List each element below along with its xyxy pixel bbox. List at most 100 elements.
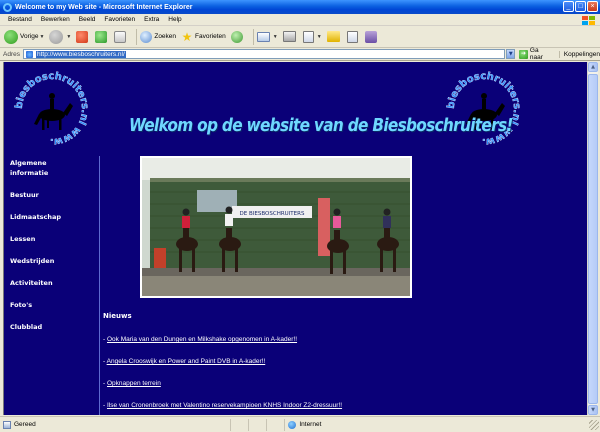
forward-arrow-icon (49, 29, 64, 44)
back-arrow-icon (4, 29, 18, 44)
chevron-down-icon: ▼ (66, 33, 72, 40)
maximize-button[interactable]: □ (575, 1, 586, 12)
edit-button[interactable]: ▼ (302, 30, 322, 43)
search-button[interactable]: Zoeken (140, 30, 177, 43)
home-button[interactable] (114, 30, 128, 43)
club-photo: DE BIESBOSCHRUITERS (140, 156, 412, 298)
back-label: Vorige (20, 33, 39, 40)
status-segment (230, 418, 248, 431)
window-title: Welcome to my Web site - Microsoft Inter… (15, 3, 193, 11)
resize-grip[interactable] (589, 419, 599, 430)
scroll-down-button[interactable]: ▼ (588, 405, 598, 415)
title-bar: Welcome to my Web site - Microsoft Inter… (0, 0, 600, 14)
news-link[interactable]: Ilse van Cronenbroek met Valentino reser… (107, 402, 342, 409)
refresh-button[interactable] (95, 30, 109, 43)
club-logo-left[interactable]: biesboschruiters.nl www. (12, 69, 92, 149)
refresh-icon (95, 30, 108, 43)
address-label: Adres (3, 50, 20, 58)
go-label: Ga naar (529, 47, 543, 61)
chevron-down-icon: ▼ (39, 33, 45, 40)
windows-flag-icon (580, 15, 596, 26)
news-title: Nieuws (103, 312, 132, 320)
address-input[interactable]: http://www.biesboschruiters.nl/ (22, 49, 506, 59)
vertical-scrollbar[interactable]: ▲ ▼ (587, 62, 598, 415)
mail-button[interactable]: ▼ (256, 31, 278, 42)
address-dropdown-button[interactable]: ▼ (506, 49, 516, 59)
search-label: Zoeken (154, 33, 177, 40)
star-icon: ★ (181, 29, 193, 44)
search-icon (140, 30, 153, 43)
ie-icon (3, 2, 12, 12)
status-zone: Internet (230, 418, 394, 431)
club-logo-right[interactable]: biesboschruiters.nl www. (444, 69, 524, 149)
status-bar: Gereed Internet (0, 416, 600, 432)
internet-zone: Internet (284, 418, 394, 431)
favorites-button[interactable]: ★ Favorieten (181, 31, 226, 43)
globe-icon (288, 420, 297, 429)
nav-item-clubblad[interactable]: Clubblad (10, 322, 98, 332)
printer-icon (282, 31, 296, 42)
media-button[interactable] (230, 30, 245, 43)
menu-bar: Bestand Bewerken Beeld Favorieten Extra … (0, 14, 600, 26)
minimize-button[interactable]: _ (563, 1, 574, 12)
club-photo-image: DE BIESBOSCHRUITERS (142, 158, 410, 296)
messenger-button[interactable] (364, 30, 379, 43)
menu-favorites[interactable]: Favorieten (104, 16, 135, 23)
edit-icon (302, 30, 314, 43)
status-segment (266, 418, 284, 431)
home-icon (114, 30, 127, 43)
news-item: - Angela Crooswijk en Power and Paint DV… (103, 358, 543, 380)
address-url[interactable]: http://www.biesboschruiters.nl/ (35, 50, 126, 58)
news-link[interactable]: Ook Maria van den Dungen en Milkshake op… (107, 336, 297, 343)
news-link[interactable]: Angela Crooswijk en Power and Paint DVB … (107, 358, 266, 365)
menu-help[interactable]: Help (168, 16, 181, 23)
menu-edit[interactable]: Bewerken (41, 16, 70, 23)
window-controls: _ □ × (563, 1, 598, 12)
nav-item-fotos[interactable]: Foto's (10, 300, 98, 310)
page-heading: Welkom op de website van de Biesboschrui… (129, 115, 513, 136)
nav-item-algemene-informatie[interactable]: Algemene informatie (10, 158, 54, 178)
sidebar-nav: Algemene informatie Bestuur Lidmaatschap… (10, 158, 98, 344)
toolbar: Vorige ▼ ▼ Zoeken ★ Favorieten ▼ ▼ (0, 26, 600, 48)
research-button[interactable] (346, 30, 360, 43)
nav-item-wedstrijden[interactable]: Wedstrijden (10, 256, 98, 266)
chevron-down-icon: ▼ (316, 33, 322, 40)
go-button[interactable]: ➜ Ga naar (519, 47, 553, 61)
status-segment (248, 418, 266, 431)
menu-tools[interactable]: Extra (144, 16, 159, 23)
mail-icon (256, 31, 270, 42)
address-bar: Adres http://www.biesboschruiters.nl/ ▼ … (0, 47, 600, 61)
page-icon (3, 420, 11, 429)
menu-file[interactable]: Bestand (8, 16, 32, 23)
toolbar-separator (136, 28, 138, 45)
nav-item-lidmaatschap[interactable]: Lidmaatschap (10, 212, 98, 222)
news-link[interactable]: Opknappen terrein (107, 380, 161, 387)
stop-button[interactable] (76, 30, 90, 43)
document-icon (346, 30, 358, 43)
links-button[interactable]: Koppelingen (558, 50, 600, 58)
scroll-up-button[interactable]: ▲ (588, 62, 598, 72)
nav-item-bestuur[interactable]: Bestuur (10, 190, 98, 200)
nav-item-activiteiten[interactable]: Activiteiten (10, 278, 98, 288)
nav-item-lessen[interactable]: Lessen (10, 234, 98, 244)
nav-divider (99, 156, 100, 415)
news-item: - Ilse van Cronenbroek met Valentino res… (103, 402, 543, 415)
scroll-thumb[interactable] (588, 74, 598, 404)
favorites-label: Favorieten (195, 33, 226, 40)
page-viewport: biesboschruiters.nl www. biesboschruiter… (3, 62, 587, 415)
print-button[interactable] (282, 31, 298, 42)
news-item: - Ook Maria van den Dungen en Milkshake … (103, 336, 543, 358)
chevron-down-icon: ▼ (272, 33, 278, 40)
news-item: - Opknappen terrein (103, 380, 543, 402)
media-icon (230, 30, 243, 43)
messenger-icon (364, 30, 377, 43)
zone-label: Internet (299, 421, 322, 428)
go-arrow-icon: ➜ (519, 49, 528, 59)
stop-icon (76, 30, 89, 43)
forward-button[interactable]: ▼ (49, 29, 72, 44)
close-button[interactable]: × (587, 1, 598, 12)
back-button[interactable]: Vorige ▼ (4, 29, 45, 44)
menu-view[interactable]: Beeld (79, 16, 96, 23)
folder-button[interactable] (326, 31, 342, 42)
building-sign: DE BIESBOSCHRUITERS (240, 211, 305, 217)
